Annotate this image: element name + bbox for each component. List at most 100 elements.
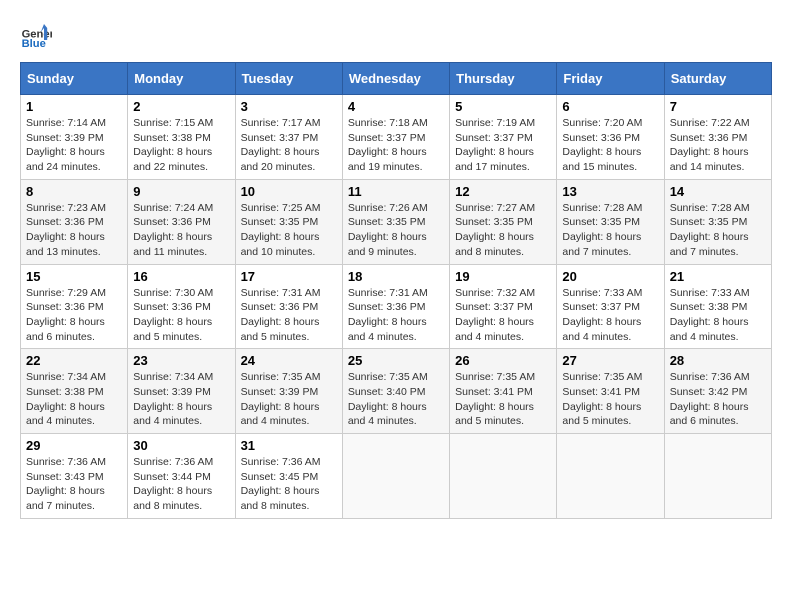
day-info: Sunrise: 7:18 AMSunset: 3:37 PMDaylight:…	[348, 116, 444, 175]
calendar-day-17: 17Sunrise: 7:31 AMSunset: 3:36 PMDayligh…	[235, 264, 342, 349]
calendar-day-23: 23 Sunrise: 7:34 AMSunset: 3:39 PMDayligh…	[128, 349, 235, 434]
calendar-day-13: 13Sunrise: 7:28 AMSunset: 3:35 PMDayligh…	[557, 179, 664, 264]
day-info: Sunrise: 7:30 AMSunset: 3:36 PMDaylight:…	[133, 286, 229, 345]
day-number: 5	[455, 99, 551, 114]
calendar-day-27: 27 Sunrise: 7:35 AMSunset: 3:41 PMDayligh…	[557, 349, 664, 434]
day-number: 1	[26, 99, 122, 114]
day-number: 27	[562, 353, 658, 368]
day-header-sunday: Sunday	[21, 63, 128, 95]
day-info: Sunrise: 7:36 AMSunset: 3:42 PMDaylight:…	[670, 370, 766, 429]
day-number: 30	[133, 438, 229, 453]
calendar-day-28: 28 Sunrise: 7:36 AMSunset: 3:42 PMDayligh…	[664, 349, 771, 434]
day-info: Sunrise: 7:32 AMSunset: 3:37 PMDaylight:…	[455, 286, 551, 345]
day-info: Sunrise: 7:22 AMSunset: 3:36 PMDaylight:…	[670, 116, 766, 175]
calendar-day-5: 5 Sunrise: 7:19 AMSunset: 3:37 PMDaylight…	[450, 95, 557, 180]
day-number: 13	[562, 184, 658, 199]
day-info: Sunrise: 7:29 AMSunset: 3:36 PMDaylight:…	[26, 286, 122, 345]
calendar-day-6: 6 Sunrise: 7:20 AMSunset: 3:36 PMDaylight…	[557, 95, 664, 180]
day-number: 23	[133, 353, 229, 368]
day-info: Sunrise: 7:35 AMSunset: 3:41 PMDaylight:…	[455, 370, 551, 429]
day-number: 26	[455, 353, 551, 368]
day-header-saturday: Saturday	[664, 63, 771, 95]
calendar-day-11: 11 Sunrise: 7:26 AMSunset: 3:35 PMDayligh…	[342, 179, 449, 264]
empty-cell	[664, 434, 771, 519]
day-info: Sunrise: 7:33 AMSunset: 3:38 PMDaylight:…	[670, 286, 766, 345]
day-info: Sunrise: 7:15 AMSunset: 3:38 PMDaylight:…	[133, 116, 229, 175]
calendar-week-5: 29Sunrise: 7:36 AMSunset: 3:43 PMDayligh…	[21, 434, 772, 519]
day-number: 22	[26, 353, 122, 368]
calendar-day-31: 31 Sunrise: 7:36 AMSunset: 3:45 PMDayligh…	[235, 434, 342, 519]
day-info: Sunrise: 7:31 AMSunset: 3:36 PMDaylight:…	[348, 286, 444, 345]
day-number: 31	[241, 438, 337, 453]
calendar-day-22: 22 Sunrise: 7:34 AMSunset: 3:38 PMDayligh…	[21, 349, 128, 434]
calendar-table: SundayMondayTuesdayWednesdayThursdayFrid…	[20, 62, 772, 519]
calendar-day-21: 21 Sunrise: 7:33 AMSunset: 3:38 PMDayligh…	[664, 264, 771, 349]
day-info: Sunrise: 7:27 AMSunset: 3:35 PMDaylight:…	[455, 201, 551, 260]
day-info: Sunrise: 7:36 AMSunset: 3:43 PMDaylight:…	[26, 455, 122, 514]
day-number: 12	[455, 184, 551, 199]
calendar-day-4: 4 Sunrise: 7:18 AMSunset: 3:37 PMDaylight…	[342, 95, 449, 180]
day-header-monday: Monday	[128, 63, 235, 95]
day-number: 28	[670, 353, 766, 368]
day-header-friday: Friday	[557, 63, 664, 95]
day-info: Sunrise: 7:34 AMSunset: 3:38 PMDaylight:…	[26, 370, 122, 429]
day-header-tuesday: Tuesday	[235, 63, 342, 95]
day-number: 6	[562, 99, 658, 114]
day-info: Sunrise: 7:17 AMSunset: 3:37 PMDaylight:…	[241, 116, 337, 175]
calendar-day-8: 8 Sunrise: 7:23 AMSunset: 3:36 PMDaylight…	[21, 179, 128, 264]
day-info: Sunrise: 7:35 AMSunset: 3:41 PMDaylight:…	[562, 370, 658, 429]
day-number: 21	[670, 269, 766, 284]
day-info: Sunrise: 7:35 AMSunset: 3:39 PMDaylight:…	[241, 370, 337, 429]
day-info: Sunrise: 7:28 AMSunset: 3:35 PMDaylight:…	[670, 201, 766, 260]
calendar-day-1: 1 Sunrise: 7:14 AMSunset: 3:39 PMDaylight…	[21, 95, 128, 180]
logo-icon: General Blue	[20, 20, 52, 52]
day-info: Sunrise: 7:24 AMSunset: 3:36 PMDaylight:…	[133, 201, 229, 260]
day-number: 8	[26, 184, 122, 199]
day-info: Sunrise: 7:14 AMSunset: 3:39 PMDaylight:…	[26, 116, 122, 175]
day-number: 20	[562, 269, 658, 284]
calendar-day-16: 16 Sunrise: 7:30 AMSunset: 3:36 PMDayligh…	[128, 264, 235, 349]
day-number: 3	[241, 99, 337, 114]
calendar-day-19: 19Sunrise: 7:32 AMSunset: 3:37 PMDayligh…	[450, 264, 557, 349]
day-info: Sunrise: 7:35 AMSunset: 3:40 PMDaylight:…	[348, 370, 444, 429]
calendar-week-2: 8 Sunrise: 7:23 AMSunset: 3:36 PMDaylight…	[21, 179, 772, 264]
day-info: Sunrise: 7:31 AMSunset: 3:36 PMDaylight:…	[241, 286, 337, 345]
svg-text:Blue: Blue	[22, 38, 46, 50]
calendar-day-20: 20Sunrise: 7:33 AMSunset: 3:37 PMDayligh…	[557, 264, 664, 349]
day-info: Sunrise: 7:23 AMSunset: 3:36 PMDaylight:…	[26, 201, 122, 260]
empty-cell	[557, 434, 664, 519]
calendar-week-1: 1 Sunrise: 7:14 AMSunset: 3:39 PMDaylight…	[21, 95, 772, 180]
day-number: 16	[133, 269, 229, 284]
day-number: 2	[133, 99, 229, 114]
day-info: Sunrise: 7:34 AMSunset: 3:39 PMDaylight:…	[133, 370, 229, 429]
page-header: General Blue	[20, 20, 772, 52]
logo: General Blue	[20, 20, 52, 52]
day-header-wednesday: Wednesday	[342, 63, 449, 95]
day-number: 11	[348, 184, 444, 199]
calendar-day-7: 7 Sunrise: 7:22 AMSunset: 3:36 PMDaylight…	[664, 95, 771, 180]
day-info: Sunrise: 7:19 AMSunset: 3:37 PMDaylight:…	[455, 116, 551, 175]
day-info: Sunrise: 7:20 AMSunset: 3:36 PMDaylight:…	[562, 116, 658, 175]
day-number: 18	[348, 269, 444, 284]
calendar-week-4: 22 Sunrise: 7:34 AMSunset: 3:38 PMDayligh…	[21, 349, 772, 434]
calendar-day-24: 24 Sunrise: 7:35 AMSunset: 3:39 PMDayligh…	[235, 349, 342, 434]
calendar-week-3: 15Sunrise: 7:29 AMSunset: 3:36 PMDayligh…	[21, 264, 772, 349]
day-info: Sunrise: 7:26 AMSunset: 3:35 PMDaylight:…	[348, 201, 444, 260]
day-number: 7	[670, 99, 766, 114]
day-number: 10	[241, 184, 337, 199]
empty-cell	[342, 434, 449, 519]
day-number: 4	[348, 99, 444, 114]
calendar-day-29: 29Sunrise: 7:36 AMSunset: 3:43 PMDayligh…	[21, 434, 128, 519]
day-header-thursday: Thursday	[450, 63, 557, 95]
calendar-day-10: 10Sunrise: 7:25 AMSunset: 3:35 PMDayligh…	[235, 179, 342, 264]
day-info: Sunrise: 7:36 AMSunset: 3:45 PMDaylight:…	[241, 455, 337, 514]
day-number: 14	[670, 184, 766, 199]
calendar-day-12: 12 Sunrise: 7:27 AMSunset: 3:35 PMDayligh…	[450, 179, 557, 264]
calendar-day-2: 2 Sunrise: 7:15 AMSunset: 3:38 PMDaylight…	[128, 95, 235, 180]
day-number: 25	[348, 353, 444, 368]
day-number: 9	[133, 184, 229, 199]
calendar-day-30: 30Sunrise: 7:36 AMSunset: 3:44 PMDayligh…	[128, 434, 235, 519]
day-number: 24	[241, 353, 337, 368]
calendar-day-26: 26 Sunrise: 7:35 AMSunset: 3:41 PMDayligh…	[450, 349, 557, 434]
calendar-day-25: 25 Sunrise: 7:35 AMSunset: 3:40 PMDayligh…	[342, 349, 449, 434]
